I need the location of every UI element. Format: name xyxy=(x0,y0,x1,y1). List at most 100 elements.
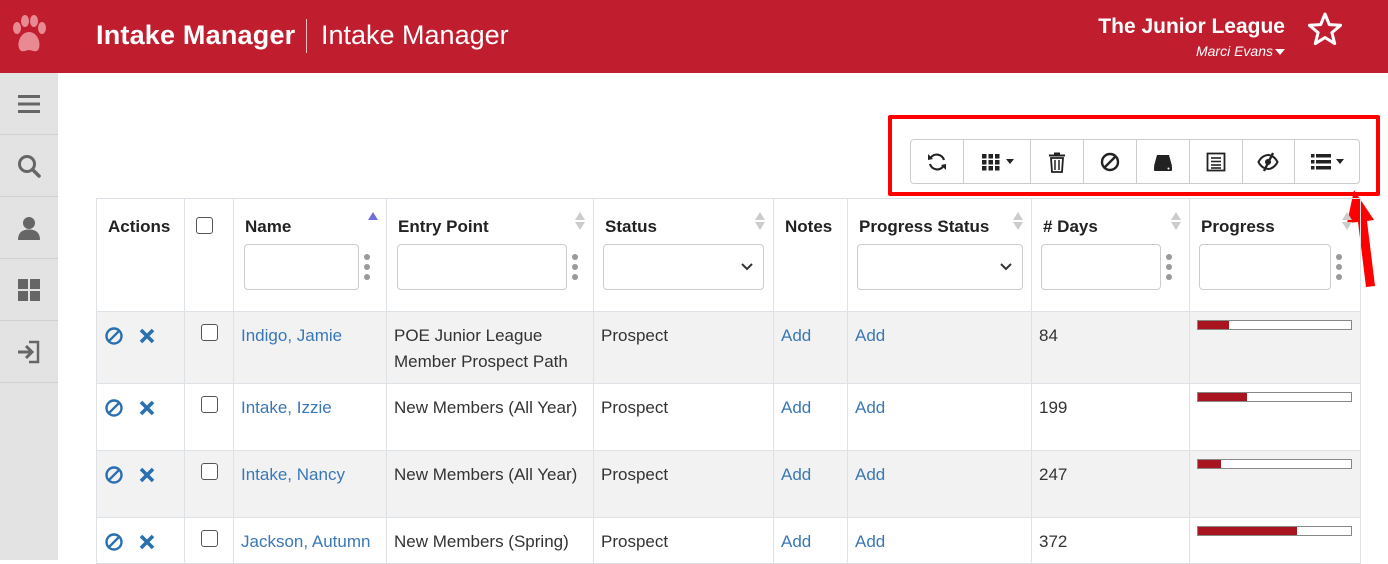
row-checkbox[interactable] xyxy=(201,324,218,341)
sort-icon xyxy=(1013,212,1023,230)
cell-days: 199 xyxy=(1031,383,1190,451)
column-header-name[interactable]: Name xyxy=(233,198,387,312)
column-header-notes: Notes xyxy=(773,198,848,312)
filter-options-icon[interactable] xyxy=(364,254,370,280)
row-checkbox[interactable] xyxy=(201,396,218,413)
column-label: Notes xyxy=(785,217,833,236)
table-body: Indigo, Jamie POE Junior League Member P… xyxy=(96,311,1361,564)
cell-status: Prospect xyxy=(593,517,774,564)
sidebar-item-login[interactable] xyxy=(0,321,58,383)
row-checkbox[interactable] xyxy=(201,463,218,480)
cell-entry-point: New Members (Spring) xyxy=(386,517,594,564)
sidebar-item-dashboard[interactable] xyxy=(0,259,58,321)
cell-progress-status: Add xyxy=(847,311,1032,384)
column-label: Entry Point xyxy=(398,217,489,236)
page-title: Intake Manager xyxy=(321,20,509,50)
sidebar xyxy=(0,73,58,560)
close-icon[interactable] xyxy=(137,326,157,346)
sort-icon xyxy=(1342,212,1352,230)
menu-icon xyxy=(18,94,40,113)
search-icon xyxy=(18,154,41,178)
filter-options-icon[interactable] xyxy=(1166,254,1172,280)
table-row: Jackson, Autumn New Members (Spring) Pro… xyxy=(96,517,1361,564)
row-checkbox[interactable] xyxy=(201,530,218,547)
sidebar-item-menu[interactable] xyxy=(0,73,58,135)
name-filter-input[interactable] xyxy=(244,244,359,290)
column-label: Actions xyxy=(108,217,171,236)
days-filter-input[interactable] xyxy=(1041,244,1161,290)
row-select xyxy=(184,450,234,518)
name-link[interactable]: Intake, Izzie xyxy=(241,398,332,417)
chevron-down-icon xyxy=(741,263,753,271)
column-header-progress-status[interactable]: Progress Status xyxy=(847,198,1032,312)
cell-progress xyxy=(1189,311,1361,384)
row-actions xyxy=(96,383,185,451)
progress-filter-input[interactable] xyxy=(1199,244,1331,290)
user-menu[interactable]: Marci Evans xyxy=(1196,43,1285,59)
sidebar-item-search[interactable] xyxy=(0,135,58,197)
ban-icon[interactable] xyxy=(104,398,124,418)
cell-progress-status: Add xyxy=(847,517,1032,564)
name-link[interactable]: Jackson, Autumn xyxy=(241,532,370,551)
caret-down-icon xyxy=(1275,49,1285,56)
user-icon xyxy=(18,216,40,240)
add-progress-status-link[interactable]: Add xyxy=(855,532,885,551)
close-icon[interactable] xyxy=(137,465,157,485)
cell-name: Intake, Nancy xyxy=(233,450,387,518)
cell-notes: Add xyxy=(773,450,848,518)
cell-progress-status: Add xyxy=(847,450,1032,518)
status-filter-select[interactable] xyxy=(603,244,764,290)
title-divider xyxy=(306,19,307,53)
column-header-progress[interactable]: Progress xyxy=(1189,198,1361,312)
filter-options-icon[interactable] xyxy=(1336,254,1342,280)
filter-row xyxy=(1041,244,1183,290)
entry-point-filter-input[interactable] xyxy=(397,244,567,290)
column-label: Status xyxy=(605,217,657,236)
star-icon[interactable] xyxy=(1308,12,1342,46)
app-title[interactable]: Intake Manager xyxy=(96,20,295,51)
progress-fill xyxy=(1198,460,1221,468)
user-name: Marci Evans xyxy=(1195,43,1273,59)
sort-icon xyxy=(755,212,765,230)
add-progress-status-link[interactable]: Add xyxy=(855,398,885,417)
ban-icon[interactable] xyxy=(104,465,124,485)
column-header-status[interactable]: Status xyxy=(593,198,774,312)
table-row: Intake, Nancy New Members (All Year) Pro… xyxy=(96,450,1361,518)
sign-in-icon xyxy=(18,340,40,363)
add-note-link[interactable]: Add xyxy=(781,398,811,417)
row-select xyxy=(184,383,234,451)
add-progress-status-link[interactable]: Add xyxy=(855,326,885,345)
cell-progress-status: Add xyxy=(847,383,1032,451)
intake-table: Actions Name Entry Point Status Notes Pr… xyxy=(96,198,1361,564)
close-icon[interactable] xyxy=(137,398,157,418)
row-actions xyxy=(96,517,185,564)
ban-icon[interactable] xyxy=(104,532,124,552)
filter-options-icon[interactable] xyxy=(572,254,578,280)
add-progress-status-link[interactable]: Add xyxy=(855,465,885,484)
progress-fill xyxy=(1198,527,1298,535)
name-link[interactable]: Intake, Nancy xyxy=(241,465,345,484)
sort-asc-icon xyxy=(368,212,378,220)
name-link[interactable]: Indigo, Jamie xyxy=(241,326,342,345)
column-header-days[interactable]: # Days xyxy=(1031,198,1190,312)
row-select xyxy=(184,517,234,564)
add-note-link[interactable]: Add xyxy=(781,465,811,484)
cell-entry-point: New Members (All Year) xyxy=(386,450,594,518)
chevron-down-icon xyxy=(1000,263,1012,271)
add-note-link[interactable]: Add xyxy=(781,326,811,345)
cell-name: Indigo, Jamie xyxy=(233,311,387,384)
select-all-checkbox[interactable] xyxy=(196,217,213,234)
filter-row xyxy=(1199,244,1354,290)
column-header-entry-point[interactable]: Entry Point xyxy=(386,198,594,312)
sort-icon xyxy=(1171,212,1181,230)
close-icon[interactable] xyxy=(137,532,157,552)
add-note-link[interactable]: Add xyxy=(781,532,811,551)
sidebar-item-user[interactable] xyxy=(0,197,58,259)
cell-progress xyxy=(1189,450,1361,518)
progress-bar xyxy=(1197,526,1352,536)
dashboard-icon xyxy=(18,278,40,301)
progress-status-filter-select[interactable] xyxy=(857,244,1023,290)
column-label: Name xyxy=(245,217,292,236)
ban-icon[interactable] xyxy=(104,326,124,346)
paw-logo-icon[interactable] xyxy=(10,14,48,56)
